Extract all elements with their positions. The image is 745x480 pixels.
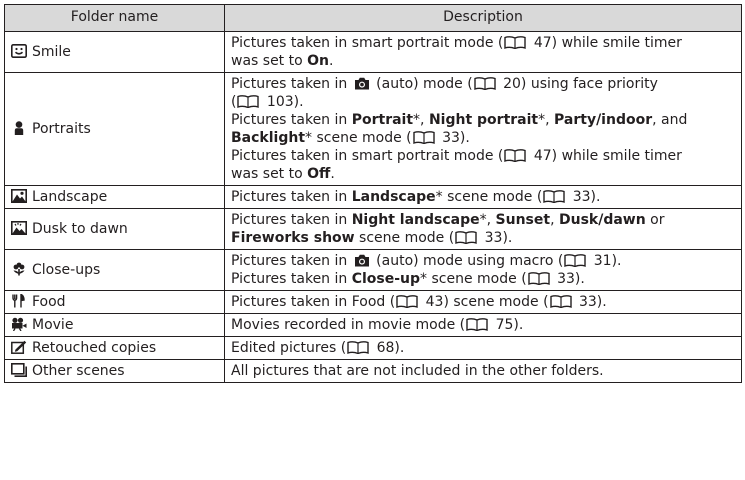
page-reference-icon — [412, 131, 435, 144]
page-reference-icon — [564, 254, 587, 267]
other-scenes-icon — [11, 363, 27, 377]
table-row: Other scenes All pictures that are not in… — [4, 359, 742, 383]
page-reference-icon — [237, 95, 260, 108]
table-row: Landscape Pictures taken in Landscape* sc… — [4, 185, 742, 209]
folder-name: Retouched copies — [32, 340, 157, 356]
page-reference-icon — [347, 341, 369, 354]
description-line: Movies recorded in movie mode ( 75). — [231, 317, 524, 333]
page-reference-icon — [396, 295, 418, 308]
page-reference-icon — [466, 318, 488, 331]
table-row: Close-ups Pictures taken in (auto) mode u… — [4, 249, 742, 291]
description-line: was set to Off. — [231, 166, 335, 182]
description-line: All pictures that are not included in th… — [231, 363, 604, 379]
description-line: Pictures taken in smart portrait mode ( … — [231, 148, 682, 164]
page-reference-icon — [543, 190, 565, 203]
folder-name-cell: Movie — [4, 313, 225, 337]
page-reference-icon — [473, 77, 496, 90]
folder-name: Other scenes — [32, 363, 125, 379]
description-cell: Pictures taken in (auto) mode ( 20) usin… — [224, 72, 742, 186]
table-row: Portraits Pictures taken in (auto) mode (… — [4, 72, 742, 186]
description-cell: Pictures taken in (auto) mode using macr… — [224, 249, 742, 291]
setting-name: Portrait — [351, 112, 414, 128]
page-reference-icon — [527, 272, 550, 285]
auto-mode-camera-icon — [354, 254, 370, 267]
folder-name-cell: Retouched copies — [4, 336, 225, 360]
folder-name: Landscape — [32, 189, 108, 205]
description-cell: Edited pictures ( 68). — [224, 336, 742, 360]
movie-icon — [11, 317, 27, 331]
description-line: Pictures taken in Portrait*, Night portr… — [231, 112, 688, 128]
folder-name-cell: Food — [4, 290, 225, 314]
header-folder-name: Folder name — [4, 4, 225, 32]
folder-name-cell: Other scenes — [4, 359, 225, 383]
description-line: ( 103). — [231, 94, 304, 110]
page-reference-icon — [504, 149, 527, 162]
description-line: Pictures taken in Food ( 43) scene mode … — [231, 294, 607, 310]
description-cell: All pictures that are not included in th… — [224, 359, 742, 383]
setting-name: Night landscape — [351, 212, 480, 228]
page-reference-icon — [549, 295, 572, 308]
folder-name-cell: Portraits — [4, 72, 225, 186]
description-line: Pictures taken in Close-up* scene mode (… — [231, 271, 585, 287]
retouch-icon — [11, 340, 27, 354]
landscape-icon — [11, 189, 27, 203]
folder-name: Close-ups — [32, 262, 101, 278]
description-line: Backlight* scene mode ( 33). — [231, 130, 470, 146]
dusk-to-dawn-icon — [11, 221, 27, 235]
table-row: Smile Pictures taken in smart portrait mo… — [4, 31, 742, 73]
setting-name: Night portrait — [428, 112, 539, 128]
table-row: Movie Movies recorded in movie mode ( 75)… — [4, 313, 742, 337]
folder-name: Food — [32, 294, 66, 310]
description-line: Pictures taken in Landscape* scene mode … — [231, 189, 601, 205]
auto-mode-camera-icon — [354, 77, 370, 90]
description-line: Pictures taken in smart portrait mode ( … — [231, 35, 682, 51]
header-description: Description — [224, 4, 742, 32]
folder-name: Dusk to dawn — [32, 221, 128, 237]
food-icon — [11, 294, 27, 308]
description-line: Edited pictures ( 68). — [231, 340, 405, 356]
setting-name: Off — [307, 166, 331, 182]
description-line: Pictures taken in Night landscape*, Suns… — [231, 212, 665, 228]
folder-name: Smile — [32, 44, 71, 60]
header-row: Folder name Description — [4, 4, 742, 32]
setting-name: Close-up — [351, 271, 421, 287]
description-line: Fireworks show scene mode ( 33). — [231, 230, 513, 246]
portrait-icon — [11, 121, 27, 135]
setting-name: Landscape — [351, 189, 436, 205]
close-up-flower-icon — [11, 262, 27, 276]
folder-name-cell: Smile — [4, 31, 225, 73]
setting-name: Party/indoor — [554, 112, 653, 128]
page-reference-icon — [504, 36, 527, 49]
setting-name: Sunset — [495, 212, 551, 228]
setting-name: On — [307, 53, 329, 69]
page-reference-icon — [455, 231, 477, 244]
setting-name: Dusk/dawn — [558, 212, 646, 228]
description-cell: Pictures taken in Landscape* scene mode … — [224, 185, 742, 209]
description-cell: Pictures taken in smart portrait mode ( … — [224, 31, 742, 73]
folder-name: Portraits — [32, 121, 91, 137]
folder-name-cell: Dusk to dawn — [4, 208, 225, 250]
folder-name: Movie — [32, 317, 74, 333]
smile-icon — [11, 44, 27, 58]
setting-name: Fireworks show — [231, 230, 355, 246]
folder-table: Folder name Description Smile Pictures ta… — [4, 4, 742, 383]
description-cell: Pictures taken in Food ( 43) scene mode … — [224, 290, 742, 314]
table-row: Retouched copies Edited pictures ( 68). — [4, 336, 742, 360]
description-line: Pictures taken in (auto) mode ( 20) usin… — [231, 76, 658, 92]
description-line: was set to On. — [231, 53, 334, 69]
description-line: Pictures taken in (auto) mode using macr… — [231, 253, 622, 269]
table-row: Food Pictures taken in Food ( 43) scene m… — [4, 290, 742, 314]
setting-name: Backlight — [231, 130, 306, 146]
folder-name-cell: Landscape — [4, 185, 225, 209]
description-cell: Movies recorded in movie mode ( 75). — [224, 313, 742, 337]
description-cell: Pictures taken in Night landscape*, Suns… — [224, 208, 742, 250]
table-row: Dusk to dawn Pictures taken in Night land… — [4, 208, 742, 250]
folder-name-cell: Close-ups — [4, 249, 225, 291]
